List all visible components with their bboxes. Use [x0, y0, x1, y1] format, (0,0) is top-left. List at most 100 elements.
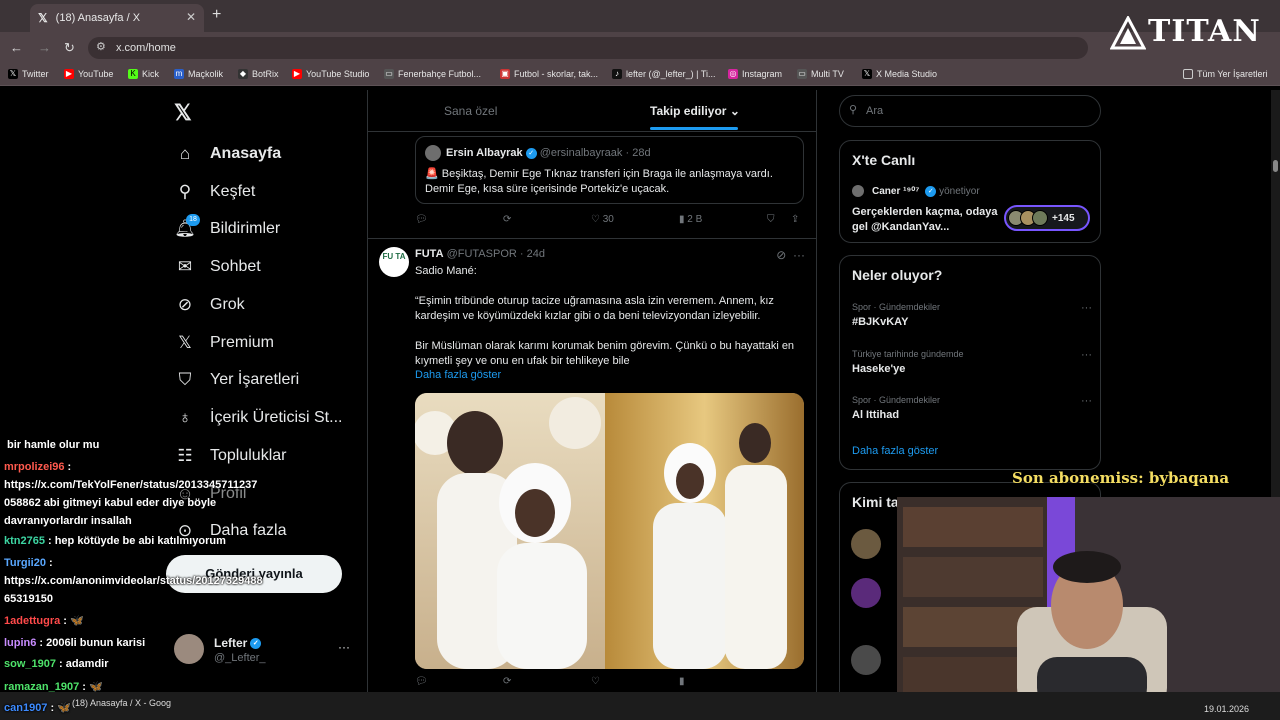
x-logo-icon[interactable]: 𝕏: [174, 100, 192, 126]
taskbar: (18) Anasayfa / X - Goog 19.01.2026: [0, 692, 1280, 720]
like-button[interactable]: ♡ 30: [591, 214, 614, 225]
tab-following[interactable]: Takip ediliyor ⌄: [650, 104, 740, 118]
nav-home[interactable]: ⌂ Anasayfa: [174, 143, 281, 165]
grok-icon[interactable]: ⊘: [776, 248, 786, 262]
nav-explore[interactable]: ⚲ Keşfet: [174, 181, 256, 203]
heart-icon[interactable]: ♡: [591, 676, 600, 687]
trend-item[interactable]: Türkiye tarihinde gündemde Haseke'ye ···: [852, 349, 1092, 375]
taskbar-date: 19.01.2026: [1204, 704, 1250, 714]
new-tab-button[interactable]: +: [212, 6, 221, 24]
bookmark-youtube-studio[interactable]: ▶ YouTube Studio: [292, 69, 369, 79]
chat-message: 65319150: [4, 593, 53, 605]
browser-tab[interactable]: 𝕏 (18) Anasayfa / X ✕: [30, 4, 204, 32]
tab-for-you[interactable]: Sana özel: [444, 104, 497, 118]
chat-line: lupin6: 2006li bunun karisi: [4, 637, 145, 649]
share-icon[interactable]: ⇪: [791, 214, 799, 225]
chat-line: sow_1907: adamdir: [4, 658, 109, 670]
trend-meta: Türkiye tarihinde gündemde: [852, 349, 964, 359]
taskbar-window-title[interactable]: (18) Anasayfa / X - Goog: [72, 698, 171, 708]
chat-line: 1adettugra: 🦋: [4, 614, 84, 627]
back-icon[interactable]: ←: [10, 40, 23, 55]
reload-icon[interactable]: ↻: [64, 40, 75, 56]
url-text: x.com/home: [116, 42, 176, 54]
chat-message: : 🦋: [63, 615, 84, 627]
view-count: 2 B: [687, 214, 703, 225]
bookmark-kick[interactable]: K Kick: [128, 69, 159, 79]
chat-line: mrpolizei96:: [4, 461, 71, 473]
nav-premium[interactable]: 𝕏 Premium: [174, 332, 274, 354]
repost-icon[interactable]: ⟳: [503, 676, 511, 687]
close-tab-icon[interactable]: ✕: [186, 10, 196, 24]
site-settings-icon[interactable]: ⚙: [96, 40, 106, 53]
trend-item[interactable]: Spor · Gündemdekiler Al Ittihad ···: [852, 395, 1092, 421]
forward-icon[interactable]: →: [38, 40, 51, 55]
chat-message: https://x.com/anonimvideolar/status/2012…: [4, 575, 263, 587]
verified-badge-icon: ✓: [250, 638, 262, 650]
chat-line: bir hamle olur mu: [4, 439, 99, 451]
post-line: Sadio Mané:: [415, 265, 477, 277]
post-top-icons: ⊘ ···: [776, 248, 805, 262]
bookmark-lefter[interactable]: ♪ lefter (@_lefter_) | Ti...: [612, 69, 716, 79]
nav-communities[interactable]: ☷ Topluluklar: [174, 445, 286, 467]
bookmark-icon[interactable]: ⛉: [767, 214, 775, 225]
address-bar[interactable]: x.com/home: [88, 37, 1088, 59]
profile-handle: @_Lefter_: [214, 652, 266, 664]
more-icon[interactable]: ···: [1081, 302, 1092, 314]
more-icon[interactable]: ···: [338, 640, 350, 654]
chat-message: : 2006li bunun karisi: [39, 637, 146, 649]
post-author-handle: @FUTASPOR: [446, 248, 517, 260]
trend-item[interactable]: Spor · Gündemdekiler #BJKvKAY ···: [852, 302, 1092, 328]
post-header: FUTA @FUTASPOR · 24d: [415, 248, 545, 260]
nav-creator-studio[interactable]: ♁ İçerik Üreticisi St...: [174, 407, 343, 429]
chart-icon[interactable]: ▮: [679, 676, 685, 687]
bookmarks-bar: 𝕏 Twitter ▶ YouTube K Kick m Maçkolik ◆ BotRi…: [0, 64, 1280, 86]
repost-icon[interactable]: ⟳: [503, 214, 511, 225]
quoted-post[interactable]: Ersin Albayrak ✓ @ersinalbayraak · 28d 🚨…: [415, 136, 804, 204]
bookmark-xmediastudio[interactable]: 𝕏X Media Studio: [862, 69, 937, 79]
all-bookmarks[interactable]: Tüm Yer İşaretleri: [1183, 69, 1268, 79]
like-count: 30: [602, 214, 614, 225]
avatar[interactable]: [851, 529, 881, 559]
quoted-author-name[interactable]: Ersin Albayrak: [446, 147, 523, 159]
scrollbar-thumb[interactable]: [1273, 160, 1278, 172]
stream-brand: TITAN: [1148, 14, 1261, 49]
chat-line: davranıyorlardır insallah: [4, 515, 132, 527]
space-title[interactable]: Gerçeklerden kaçma, odaya gel @KandanYav…: [852, 205, 1002, 235]
bookmark-fenerbahce[interactable]: ▭ Fenerbahçe Futbol...: [384, 69, 481, 79]
bookmark-mackolik[interactable]: m Maçkolik: [174, 69, 223, 79]
bookmark-instagram[interactable]: ◎ Instagram: [728, 69, 782, 79]
show-more-link[interactable]: Daha fazla göster: [415, 369, 501, 381]
views-button[interactable]: ▮ 2 B: [679, 214, 702, 225]
chat-user: sow_1907: [4, 658, 56, 670]
nav-messages[interactable]: ✉ Sohbet: [174, 256, 261, 278]
more-icon[interactable]: ···: [793, 248, 805, 262]
reply-icon[interactable]: 💬︎: [415, 676, 428, 687]
bookmark-multitv[interactable]: ▭ Multi TV: [797, 69, 844, 79]
chat-message: bir hamle olur mu: [7, 439, 100, 451]
post-author-name[interactable]: FUTA: [415, 248, 444, 260]
nav-grok[interactable]: ⊘ Grok: [174, 294, 245, 316]
more-icon[interactable]: ···: [1081, 395, 1092, 407]
post-image[interactable]: [415, 393, 804, 669]
search-input[interactable]: Ara: [839, 95, 1101, 127]
nav-bookmarks[interactable]: ⛉ Yer İşaretleri: [174, 369, 300, 391]
bookmark-futbol[interactable]: ▣ Futbol - skorlar, tak...: [500, 69, 598, 79]
chat-user: mrpolizei96: [4, 461, 65, 473]
verified-badge-icon: ✓: [925, 185, 937, 197]
join-space-button[interactable]: +145: [1004, 205, 1090, 231]
chat-line: Turgii20:: [4, 557, 53, 569]
avatar[interactable]: FU TA: [379, 247, 409, 277]
avatar[interactable]: [851, 645, 881, 675]
webcam-feed: [897, 497, 1280, 708]
bookmark-youtube[interactable]: ▶ YouTube: [64, 69, 113, 79]
trends-show-more[interactable]: Daha fazla göster: [852, 445, 938, 457]
bookmark-botrix[interactable]: ◆ BotRix: [238, 69, 279, 79]
reply-icon[interactable]: 💬︎: [415, 214, 428, 225]
bookmark-twitter[interactable]: 𝕏 Twitter: [8, 69, 49, 79]
account-switcher[interactable]: Lefter ✓ @_Lefter_ ···: [174, 632, 358, 672]
more-icon[interactable]: ···: [1081, 349, 1092, 361]
feed-tabs: Sana özel Takip ediliyor ⌄: [367, 90, 817, 132]
avatar[interactable]: [851, 578, 881, 608]
chat-line: can1907: 🦋: [4, 701, 71, 714]
post-button[interactable]: Gönderi yayınla: [166, 555, 342, 593]
